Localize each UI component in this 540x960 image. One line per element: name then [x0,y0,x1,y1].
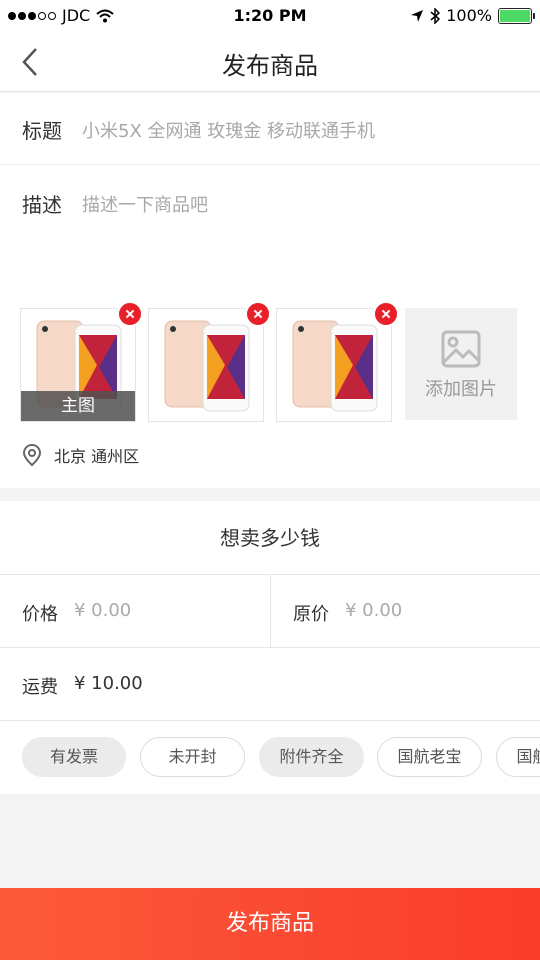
title-row: 标题 小米5X 全网通 玫瑰金 移动联通手机 [0,93,540,165]
original-price-cell: 原价 ¥ 0.00 [270,575,540,648]
publish-button[interactable]: 发布商品 [0,888,540,960]
image-icon [441,330,481,368]
description-input[interactable]: 描述一下商品吧 [82,191,208,217]
status-right: 100% [410,6,535,25]
photo-thumbnail[interactable]: 主图 [20,301,143,422]
add-photo-button[interactable]: 添加图片 [405,308,517,420]
price-heading: 想卖多少钱 [0,501,540,575]
location-pin-icon [22,443,42,467]
battery-percent: 100% [446,6,492,25]
tag-list: 有发票 未开封 附件齐全 国航老宝 国航老宝 [22,737,540,777]
title-label: 标题 [22,119,62,143]
description-label: 描述 [22,193,62,217]
page-title: 发布商品 [222,52,318,80]
tag-chip[interactable]: 未开封 [140,737,245,777]
price-cell: 价格 ¥ 0.00 [0,575,270,648]
delete-photo-icon[interactable] [245,301,271,327]
original-price-input[interactable]: ¥ 0.00 [345,600,402,621]
tag-chip[interactable]: 附件齐全 [259,737,364,777]
status-bar: JDC 1:20 PM 100% [0,0,540,32]
price-input[interactable]: ¥ 0.00 [74,600,131,621]
chevron-left-icon [22,48,37,76]
photo-list: 主图 添加图片 [20,301,540,424]
price-label: 价格 [22,604,58,625]
nav-bar: 发布商品 [0,32,540,92]
tag-chip[interactable]: 国航老宝 [377,737,482,777]
delete-photo-icon[interactable] [373,301,399,327]
back-button[interactable] [14,44,50,80]
location-row[interactable]: 北京 通州区 [22,443,139,467]
photo-thumbnail[interactable] [148,301,271,422]
freight-row[interactable]: 运费 ¥ 10.00 [0,648,540,721]
add-photo-label: 添加图片 [425,379,497,400]
title-input[interactable]: 小米5X 全网通 玫瑰金 移动联通手机 [82,117,375,143]
delete-photo-icon[interactable] [117,301,143,327]
tag-chip[interactable]: 国航老宝 [496,737,540,777]
product-form: 标题 小米5X 全网通 玫瑰金 移动联通手机 描述 描述一下商品吧 主图 添加图… [0,93,540,488]
phone-image [164,320,250,412]
price-row: 价格 ¥ 0.00 原价 ¥ 0.00 [0,575,540,648]
photo-thumbnail[interactable] [276,301,399,422]
battery-icon [498,7,535,24]
price-section: 想卖多少钱 价格 ¥ 0.00 原价 ¥ 0.00 运费 ¥ 10.00 有发票… [0,501,540,794]
location-text: 北京 通州区 [54,447,140,466]
bluetooth-icon [430,7,441,24]
freight-value[interactable]: ¥ 10.00 [74,673,143,694]
tag-chip[interactable]: 有发票 [22,737,126,777]
freight-label: 运费 [22,677,58,698]
phone-image [292,320,378,412]
original-price-label: 原价 [293,604,329,625]
location-arrow-icon [411,9,424,22]
main-photo-tag: 主图 [21,391,135,421]
